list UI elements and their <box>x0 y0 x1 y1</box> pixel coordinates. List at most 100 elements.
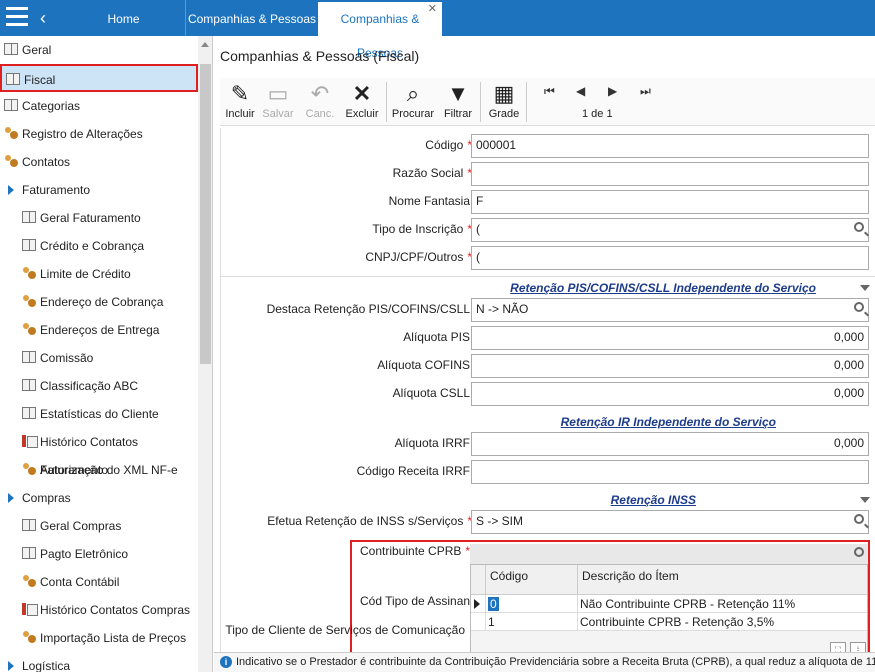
collapse-chevron-icon[interactable] <box>860 285 870 291</box>
sidebar-item[interactable]: Pagto Eletrônico <box>0 540 198 568</box>
sidebar-item-label: Pagto Eletrônico <box>40 547 129 561</box>
salvar-button[interactable]: ▭ Salvar <box>258 80 298 124</box>
grade-button[interactable]: ▦ Grade <box>484 80 524 124</box>
book-icon <box>22 379 36 391</box>
destaca-input[interactable]: N -> NÃO <box>471 298 869 322</box>
people-icon <box>22 631 36 643</box>
incluir-button[interactable]: ✎ Incluir <box>220 80 260 124</box>
cnpj-input[interactable]: ( <box>471 246 869 270</box>
sidebar-item[interactable]: Logística <box>0 652 198 672</box>
cofins-label: Alíquota COFINS <box>377 358 470 372</box>
next-record-icon[interactable]: ▶ <box>608 84 617 98</box>
search-icon[interactable] <box>854 514 864 524</box>
scrollbar-thumb[interactable] <box>200 64 211 364</box>
section-retencao-ir[interactable]: Retenção IR Independente do Serviço <box>221 412 875 432</box>
procurar-button[interactable]: ⌕ Procurar <box>390 80 436 124</box>
book-icon <box>22 519 36 531</box>
search-icon[interactable] <box>854 302 864 312</box>
sidebar-item[interactable]: Histórico Contatos Compras <box>0 596 198 624</box>
sidebar-item[interactable]: Compras <box>0 484 198 512</box>
grid-cell-desc: Não Contribuinte CPRB - Retenção 11% <box>577 595 867 613</box>
sidebar-item[interactable]: Importação Lista de Preços <box>0 624 198 652</box>
hamburger-menu-icon[interactable] <box>6 7 28 29</box>
last-record-icon[interactable]: ⏭ <box>640 84 651 99</box>
first-record-icon[interactable]: ⏮ <box>544 84 555 99</box>
sidebar-item-label: Registro de Alterações <box>22 127 143 141</box>
codigo-label: Código * <box>425 138 472 152</box>
sidebar-item[interactable]: Categorias <box>0 92 198 120</box>
history-icon <box>22 435 38 448</box>
excluir-label: Excluir <box>345 108 379 120</box>
fantasia-input[interactable]: F <box>471 190 869 214</box>
book-icon <box>22 547 36 559</box>
sidebar-item[interactable]: Geral Faturamento <box>0 204 198 232</box>
cofins-input[interactable]: 0,000 <box>471 354 869 378</box>
inss-label: Efetua Retenção de INSS s/Serviços * <box>267 514 472 528</box>
sidebar-item[interactable]: Estatísticas do Cliente <box>0 400 198 428</box>
binoculars-icon: ⌕ <box>406 81 420 106</box>
cnpj-label: CNPJ/CPF/Outros * <box>365 250 472 264</box>
sidebar-item[interactable]: Limite de Crédito <box>0 260 198 288</box>
sidebar-item[interactable]: Fiscal <box>0 64 198 92</box>
codigo-input[interactable]: 000001 <box>471 134 869 158</box>
cprb-input[interactable] <box>470 544 868 564</box>
sidebar-item[interactable]: Classificação ABC <box>0 372 198 400</box>
sidebar-item[interactable]: Comissão <box>0 344 198 372</box>
cancel-label: Canc. <box>305 108 335 120</box>
excluir-button[interactable]: ✕ Excluir <box>342 80 382 124</box>
search-icon[interactable] <box>854 547 864 557</box>
tab-home[interactable]: Home <box>62 0 186 36</box>
sidebar-item[interactable]: Conta Contábil <box>0 568 198 596</box>
sidebar-item[interactable]: Registro de Alterações <box>0 120 198 148</box>
sidebar-item[interactable]: Contatos <box>0 148 198 176</box>
sidebar-scrollbar[interactable] <box>198 36 212 672</box>
cancel-button[interactable]: ↶ Canc. <box>300 80 340 124</box>
book-icon <box>6 73 20 85</box>
grid-cell-code: 0 <box>485 595 577 613</box>
razao-label: Razão Social * <box>392 166 472 180</box>
back-arrow-icon[interactable]: ‹ <box>40 8 46 29</box>
undo-icon: ↶ <box>310 81 330 106</box>
irrf-input[interactable]: 0,000 <box>471 432 869 456</box>
sidebar-item-label: Compras <box>22 491 71 505</box>
section-title: Retenção INSS <box>610 493 696 507</box>
tipo-cliente-label: Tipo de Cliente de Serviços de Comunicaç… <box>225 623 465 637</box>
collapse-chevron-icon[interactable] <box>860 497 870 503</box>
tipo-inscricao-input[interactable]: ( <box>471 218 869 242</box>
expand-arrow-icon[interactable] <box>8 185 14 195</box>
pis-input[interactable]: 0,000 <box>471 326 869 350</box>
inss-input[interactable]: S -> SIM <box>471 510 869 534</box>
scroll-up-icon[interactable] <box>201 42 209 47</box>
sidebar-item[interactable]: Crédito e Cobrança <box>0 232 198 260</box>
previous-record-icon[interactable]: ◀ <box>576 84 585 98</box>
csll-row: Alíquota CSLL 0,000 <box>221 382 875 406</box>
section-retencao-pis[interactable]: Retenção PIS/COFINS/CSLL Independente do… <box>221 278 875 298</box>
inss-row: Efetua Retenção de INSS s/Serviços * S ->… <box>221 510 875 534</box>
expand-arrow-icon[interactable] <box>8 493 14 503</box>
razao-input[interactable] <box>471 162 869 186</box>
csll-label: Alíquota CSLL <box>392 386 470 400</box>
sidebar-item[interactable]: Endereço de Cobrança <box>0 288 198 316</box>
sidebar-item[interactable]: Histórico Contatos Faturamento <box>0 428 198 477</box>
column-header-codigo[interactable]: Código <box>485 565 577 595</box>
grid-row[interactable]: 0 Não Contribuinte CPRB - Retenção 11% <box>471 595 867 613</box>
sidebar-item[interactable]: Geral <box>0 36 198 64</box>
sidebar-item[interactable]: Autorização do XML NF-e <box>0 456 198 484</box>
assinante-label: Cód Tipo de Assinante <box>360 594 481 608</box>
filtrar-button[interactable]: ▼ Filtrar <box>438 80 478 124</box>
column-header-descricao[interactable]: Descrição do Ítem <box>577 565 867 595</box>
expand-arrow-icon[interactable] <box>8 661 14 671</box>
cod-irrf-input[interactable] <box>471 460 869 484</box>
sidebar-item[interactable]: Faturamento <box>0 176 198 204</box>
search-icon[interactable] <box>854 222 864 232</box>
tab-companhias-pessoas-2[interactable]: Companhias & Pessoas ✕ <box>318 2 442 60</box>
grid-row[interactable]: 1 Contribuinte CPRB - Retenção 3,5% <box>471 613 867 631</box>
close-tab-icon[interactable]: ✕ <box>428 3 437 15</box>
tab-companhias-pessoas-1[interactable]: Companhias & Pessoas <box>187 0 317 36</box>
sidebar-item-label: Limite de Crédito <box>40 267 131 281</box>
people-icon <box>4 127 18 139</box>
sidebar-item[interactable]: Endereços de Entrega <box>0 316 198 344</box>
section-retencao-inss[interactable]: Retenção INSS <box>221 490 875 510</box>
csll-input[interactable]: 0,000 <box>471 382 869 406</box>
sidebar-item[interactable]: Geral Compras <box>0 512 198 540</box>
